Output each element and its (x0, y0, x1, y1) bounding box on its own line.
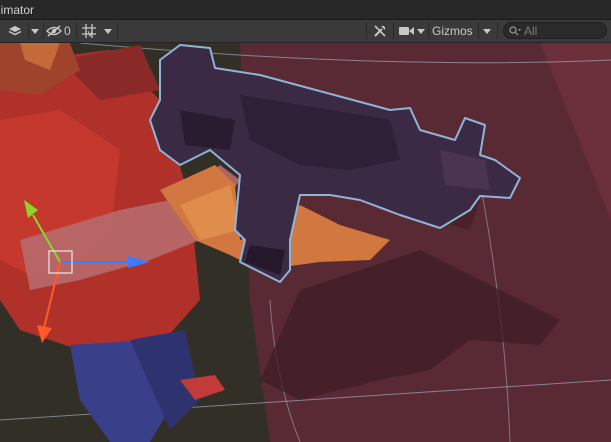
dropdown-arrow-icon (483, 28, 491, 34)
tools-button[interactable] (369, 21, 391, 41)
search-icon (509, 26, 521, 36)
scene-viewport[interactable] (0, 43, 611, 442)
camera-icon (398, 27, 414, 35)
grid-dropdown[interactable] (101, 21, 115, 41)
search-placeholder: All (524, 24, 538, 38)
scene-toolbar: 0 Gizmos All (0, 20, 611, 43)
gizmos-dropdown[interactable] (480, 21, 494, 41)
scene-visibility-toggle[interactable]: 0 (46, 21, 74, 41)
dropdown-arrow-icon (417, 28, 425, 34)
layers-dropdown[interactable] (29, 21, 41, 41)
tools-icon (374, 25, 386, 37)
search-input[interactable]: All (503, 22, 607, 39)
dropdown-arrow-icon (104, 28, 112, 34)
dropdown-arrow-icon (31, 28, 39, 34)
layers-icon (8, 26, 22, 36)
camera-dropdown[interactable] (415, 21, 427, 41)
grid-button[interactable] (79, 21, 99, 41)
window-title: nimator (0, 3, 35, 17)
hidden-count: 0 (64, 24, 71, 38)
scene-render (0, 43, 611, 442)
gizmos-label: Gizmos (432, 24, 473, 38)
layers-button[interactable] (2, 21, 28, 41)
gizmos-button[interactable]: Gizmos (432, 21, 478, 41)
window-titlebar: nimator (0, 0, 611, 20)
eye-slash-icon (46, 25, 62, 37)
grid-icon (82, 24, 96, 38)
camera-button[interactable] (397, 21, 415, 41)
